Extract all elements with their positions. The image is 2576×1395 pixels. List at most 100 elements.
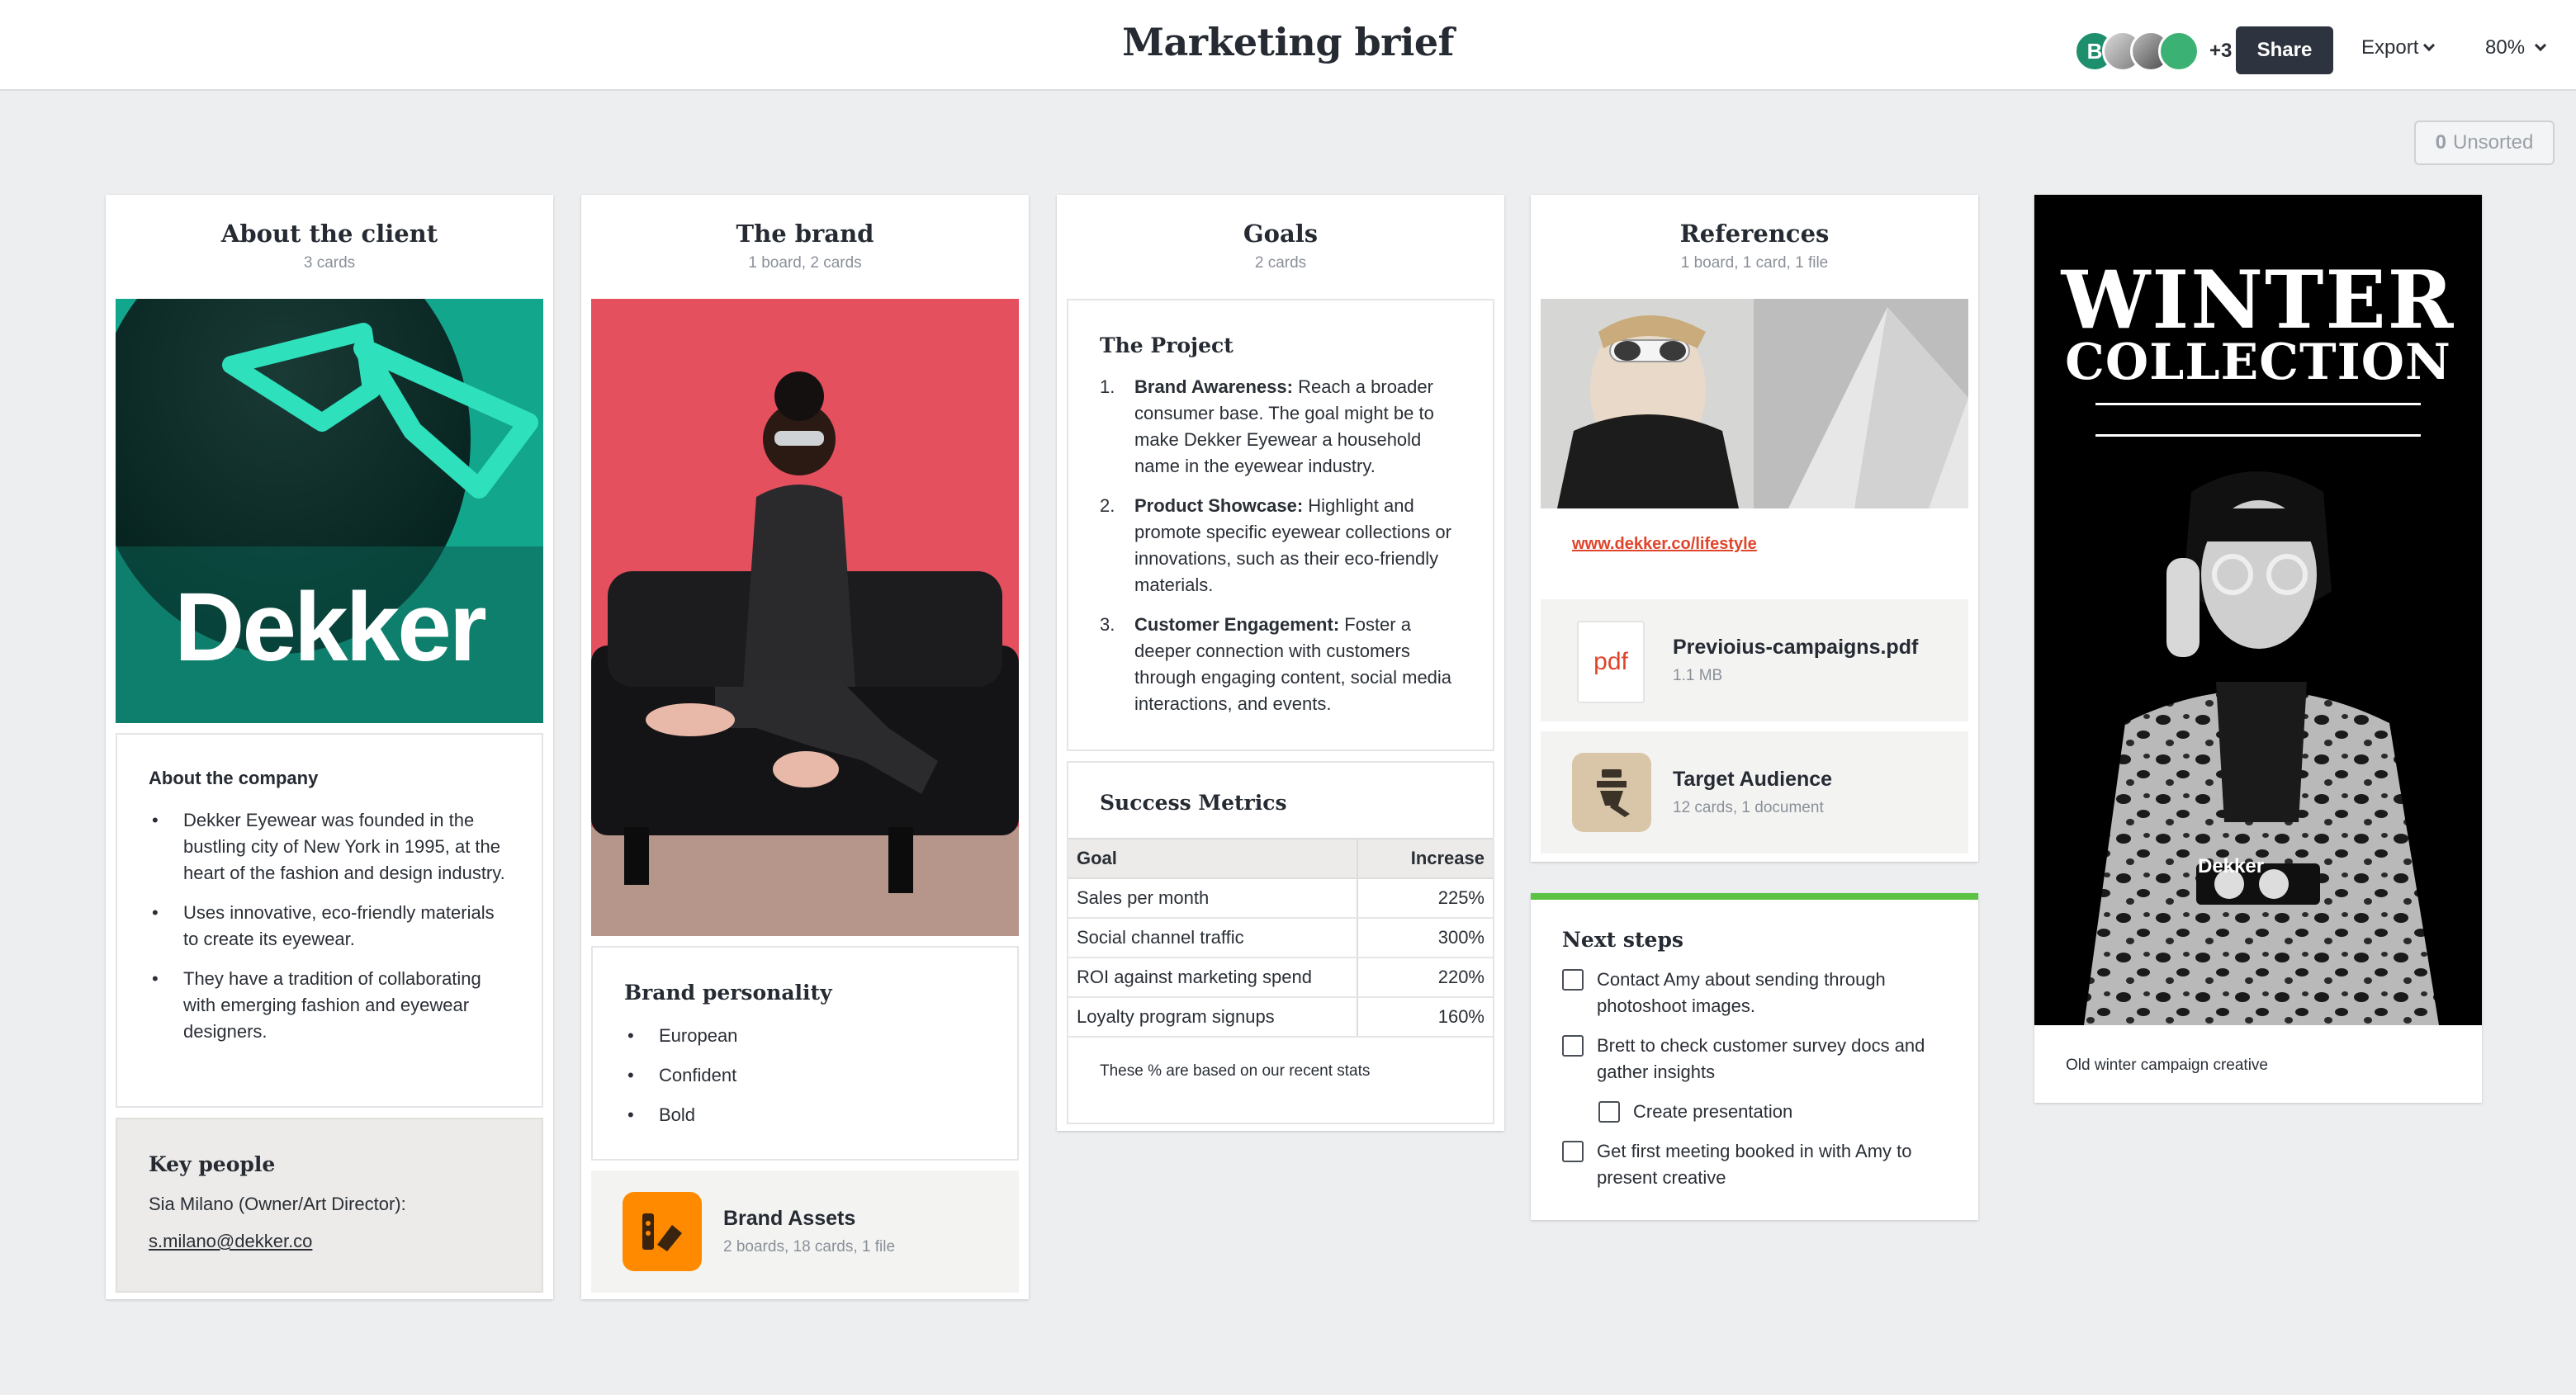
unsorted-button[interactable]: 0 Unsorted [2414, 121, 2555, 165]
task-checkbox[interactable] [1562, 1035, 1584, 1057]
model-on-sofa-photo [591, 299, 1019, 936]
project-list: 1. Brand Awareness: Reach a broader consu… [1100, 374, 1461, 717]
column-title[interactable]: The brand [581, 220, 1029, 248]
task-label: Create presentation [1633, 1101, 1793, 1122]
task-label: Get first meeting booked in with Amy to … [1597, 1141, 1912, 1188]
board-meta: 12 cards, 1 document [1673, 799, 1824, 816]
board-title: Brand Assets [723, 1207, 856, 1230]
table-row: Sales per month 225% [1068, 878, 1493, 919]
more-collaborators-count[interactable]: +3 [2209, 40, 2232, 63]
table-header-row: Goal Increase [1068, 838, 1493, 879]
list-item: Uses innovative, eco-friendly materials … [149, 900, 510, 953]
file-size: 1.1 MB [1673, 667, 1723, 684]
table-cell: 160% [1357, 997, 1493, 1038]
dekker-logo-image[interactable]: Dekker [116, 299, 543, 723]
task-item[interactable]: Get first meeting booked in with Amy to … [1562, 1138, 1947, 1191]
zoom-control[interactable]: 80% [2485, 36, 2547, 59]
email-link[interactable]: s.milano@dekker.co [149, 1231, 312, 1251]
table-cell: 220% [1357, 958, 1493, 998]
table-cell: ROI against marketing spend [1068, 958, 1357, 998]
export-button[interactable]: Export [2361, 36, 2436, 59]
chevron-down-icon [2423, 39, 2436, 52]
table-row: Social channel traffic 300% [1068, 918, 1493, 958]
link-preview-image [1541, 299, 1968, 508]
column-subtitle: 1 board, 2 cards [748, 254, 862, 272]
table-cell: Sales per month [1068, 878, 1357, 919]
pdf-file-card[interactable]: pdf Previoius-campaigns.pdf 1.1 MB [1541, 599, 1968, 721]
brand-personality-card[interactable]: Brand personality European Confident Bol… [591, 946, 1019, 1161]
key-people-card[interactable]: Key people Sia Milano (Owner/Art Directo… [116, 1118, 543, 1293]
task-item[interactable]: Contact Amy about sending through photos… [1562, 967, 1947, 1019]
success-metrics-card[interactable]: Success Metrics Goal Increase Sales per … [1067, 761, 1494, 1124]
image-caption: Old winter campaign creative [2066, 1057, 2268, 1074]
brand-assets-board[interactable]: Brand Assets 2 boards, 18 cards, 1 file [591, 1170, 1019, 1293]
table-row: ROI against marketing spend 220% [1068, 958, 1493, 998]
board-meta: 2 boards, 18 cards, 1 file [723, 1238, 896, 1256]
file-name: Previoius-campaigns.pdf [1673, 636, 1919, 659]
lifestyle-link-card[interactable]: www.dekker.co/lifestyle [1541, 299, 1968, 591]
lifestyle-link[interactable]: www.dekker.co/lifestyle [1572, 535, 1757, 553]
collaborators[interactable]: B +3 [2074, 30, 2232, 73]
scarf-brand-text: Dekker [2198, 855, 2265, 877]
task-checkbox[interactable] [1598, 1101, 1620, 1123]
dekker-logo-text: Dekker [174, 573, 487, 682]
list-item: Bold [624, 1102, 986, 1128]
column-about-the-client[interactable]: About the client 3 cards Dekker About th… [106, 195, 553, 1299]
task-checkbox[interactable] [1562, 1141, 1584, 1162]
card-heading: Next steps [1562, 928, 1683, 952]
avatar[interactable] [2158, 31, 2200, 72]
table-cell: 225% [1357, 878, 1493, 919]
list-item: Dekker Eyewear was founded in the bustli… [149, 807, 510, 887]
about-list: Dekker Eyewear was founded in the bustli… [149, 807, 510, 1045]
column-title[interactable]: About the client [106, 220, 553, 248]
winter-collection-image: WINTER COLLECTION Dekker [2034, 195, 2482, 1025]
unsorted-count: 0 [2435, 131, 2446, 154]
card-heading: The Project [1100, 333, 1234, 357]
board-icon [623, 1192, 702, 1271]
list-item: Confident [624, 1062, 986, 1089]
pdf-file-icon: pdf [1577, 621, 1645, 703]
card-heading: Key people [149, 1152, 276, 1176]
list-item: They have a tradition of collaborating w… [149, 966, 510, 1045]
column-goals[interactable]: Goals 2 cards The Project 1. Brand Awaren… [1057, 195, 1504, 1131]
task-item-subtask[interactable]: Create presentation [1598, 1099, 1947, 1125]
task-label: Brett to check customer survey docs and … [1597, 1035, 1925, 1082]
export-label: Export [2361, 36, 2419, 59]
list-item: 3. Customer Engagement: Foster a deeper c… [1100, 614, 1452, 714]
column-the-brand[interactable]: The brand 1 board, 2 cards Brand persona… [581, 195, 1029, 1299]
list-item: 2. Product Showcase: Highlight and promot… [1100, 495, 1451, 595]
about-company-card[interactable]: About the company Dekker Eyewear was fou… [116, 733, 543, 1108]
table-row: Loyalty program signups 160% [1068, 997, 1493, 1038]
board-title: Target Audience [1673, 768, 1833, 791]
project-card[interactable]: The Project 1. Brand Awareness: Reach a b… [1067, 299, 1494, 751]
share-button[interactable]: Share [2236, 26, 2333, 74]
task-checkbox[interactable] [1562, 969, 1584, 991]
card-heading: Brand personality [624, 981, 832, 1005]
list-item: European [624, 1023, 986, 1049]
card-heading: About the company [149, 768, 319, 788]
column-title[interactable]: References [1531, 220, 1978, 248]
task-item[interactable]: Brett to check customer survey docs and … [1562, 1033, 1947, 1085]
list-item: 1. Brand Awareness: Reach a broader consu… [1100, 376, 1434, 476]
metrics-table: Goal Increase Sales per month 225% Socia… [1068, 838, 1493, 1038]
target-audience-board[interactable]: Target Audience 12 cards, 1 document [1541, 731, 1968, 854]
column-subtitle: 2 cards [1254, 254, 1307, 272]
column-subtitle: 3 cards [303, 254, 356, 272]
column-references[interactable]: References 1 board, 1 card, 1 file www.d… [1531, 195, 1978, 862]
column-title[interactable]: Goals [1057, 220, 1504, 248]
winter-campaign-card[interactable]: WINTER COLLECTION Dekker Old winter camp… [2034, 195, 2482, 1103]
column-header: Increase [1357, 838, 1493, 879]
next-steps-card[interactable]: Next steps Contact Amy about sending thr… [1531, 893, 1978, 1220]
winter-model-photo [2084, 471, 2439, 1025]
chevron-down-icon [2534, 39, 2547, 52]
task-label: Contact Amy about sending through photos… [1597, 969, 1886, 1016]
top-bar: Marketing brief B +3 Share Export 80% [0, 0, 2576, 91]
table-cell: Loyalty program signups [1068, 997, 1357, 1038]
unsorted-label: Unsorted [2452, 131, 2534, 154]
column-header: Goal [1068, 838, 1357, 879]
personality-list: European Confident Bold [624, 1023, 986, 1128]
brand-photo[interactable] [591, 299, 1019, 936]
zoom-level: 80% [2485, 36, 2526, 59]
key-person: Sia Milano (Owner/Art Director): [149, 1194, 406, 1214]
card-heading: Success Metrics [1100, 791, 1287, 815]
